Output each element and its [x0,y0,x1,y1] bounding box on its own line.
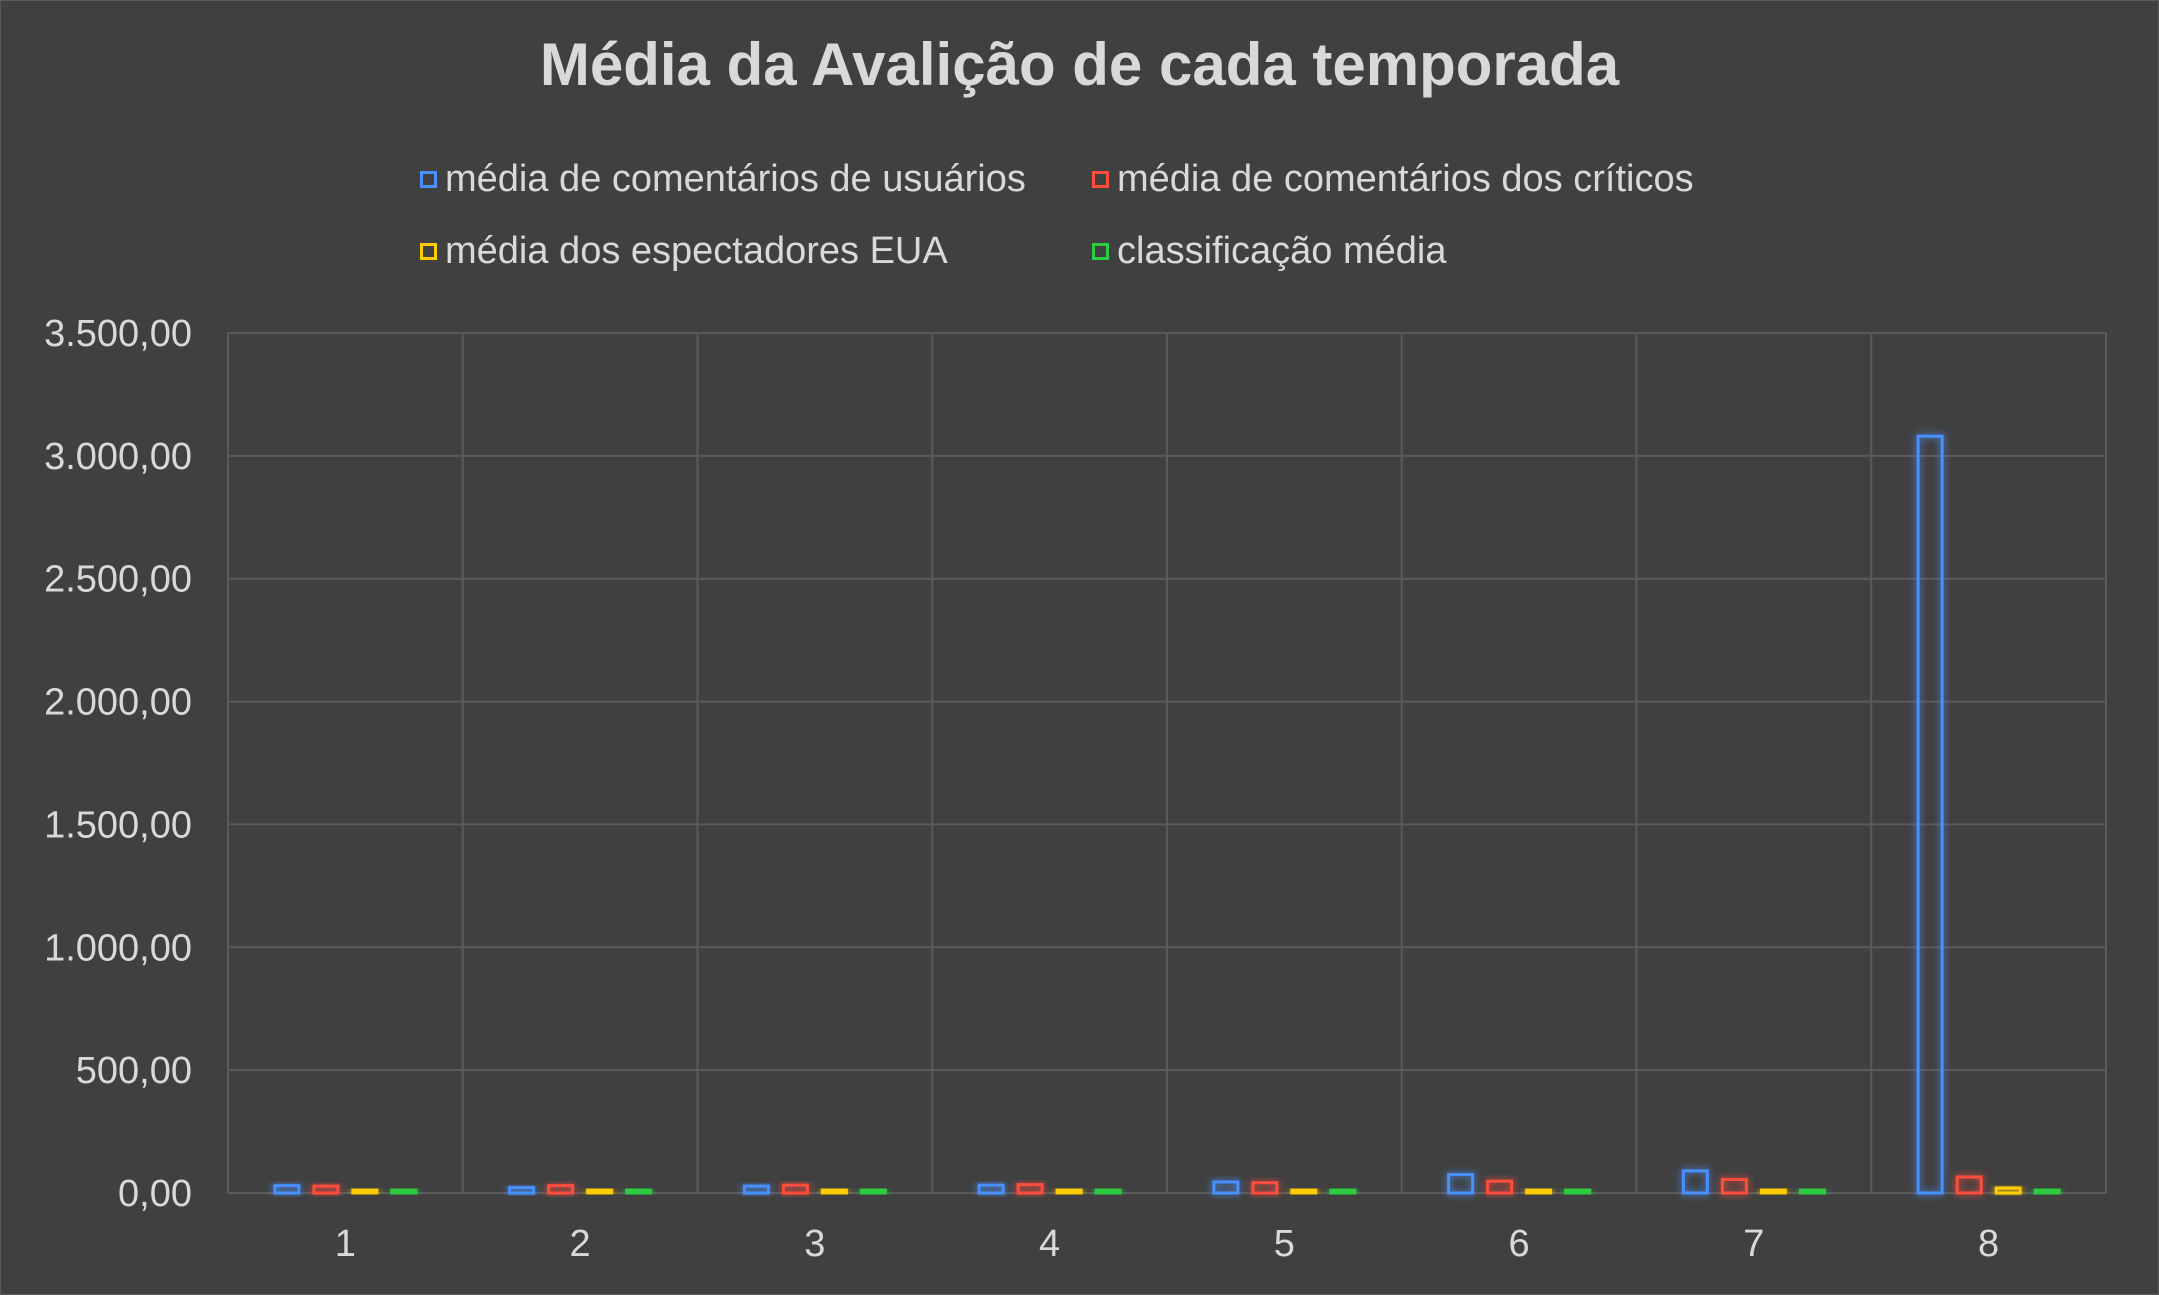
bar [1094,1188,1122,1195]
x-tick-label: 2 [570,1223,591,1265]
x-tick-label: 7 [1743,1223,1764,1265]
bar [1955,1175,1983,1195]
bar [2033,1188,2061,1195]
bar [1759,1188,1787,1195]
bar [1720,1177,1748,1195]
bar [273,1184,301,1195]
bar [1329,1188,1357,1195]
bar [1016,1183,1044,1195]
x-tick-label: 4 [1039,1223,1060,1265]
bar [1916,434,1944,1195]
y-tick-label: 1.500,00 [44,804,192,846]
y-tick-label: 3.500,00 [44,313,192,355]
bar [1994,1186,2022,1195]
bar [859,1188,887,1195]
y-tick-label: 0,00 [118,1173,192,1215]
bar [547,1184,575,1195]
x-tick-label: 8 [1978,1223,1999,1265]
bar [1290,1188,1318,1195]
bar [781,1183,809,1195]
bar [508,1186,536,1195]
x-tick-label: 6 [1509,1223,1530,1265]
y-tick-label: 3.000,00 [44,436,192,478]
bar [1486,1179,1514,1195]
y-tick-label: 500,00 [76,1050,192,1092]
bar [351,1188,379,1195]
bar [390,1188,418,1195]
x-tick-label: 1 [335,1223,356,1265]
bar [977,1183,1005,1195]
bar [820,1188,848,1195]
x-tick-label: 5 [1274,1223,1295,1265]
bar [742,1184,770,1195]
bar [1564,1188,1592,1195]
x-tick-label: 3 [804,1223,825,1265]
y-tick-label: 1.000,00 [44,927,192,969]
bar [1055,1188,1083,1195]
bar [625,1188,653,1195]
bar [1525,1188,1553,1195]
bar [1251,1181,1279,1195]
bar [312,1184,340,1195]
chart-plot: 0,00 500,00 1.000,00 1.500,00 2.000,00 2.500,… [44,313,2107,1265]
bar [1681,1169,1709,1195]
bar [1798,1188,1826,1195]
y-tick-label: 2.000,00 [44,682,192,724]
bar [586,1188,614,1195]
y-tick-label: 2.500,00 [44,559,192,601]
bar [1212,1180,1240,1195]
bar [1447,1173,1475,1195]
